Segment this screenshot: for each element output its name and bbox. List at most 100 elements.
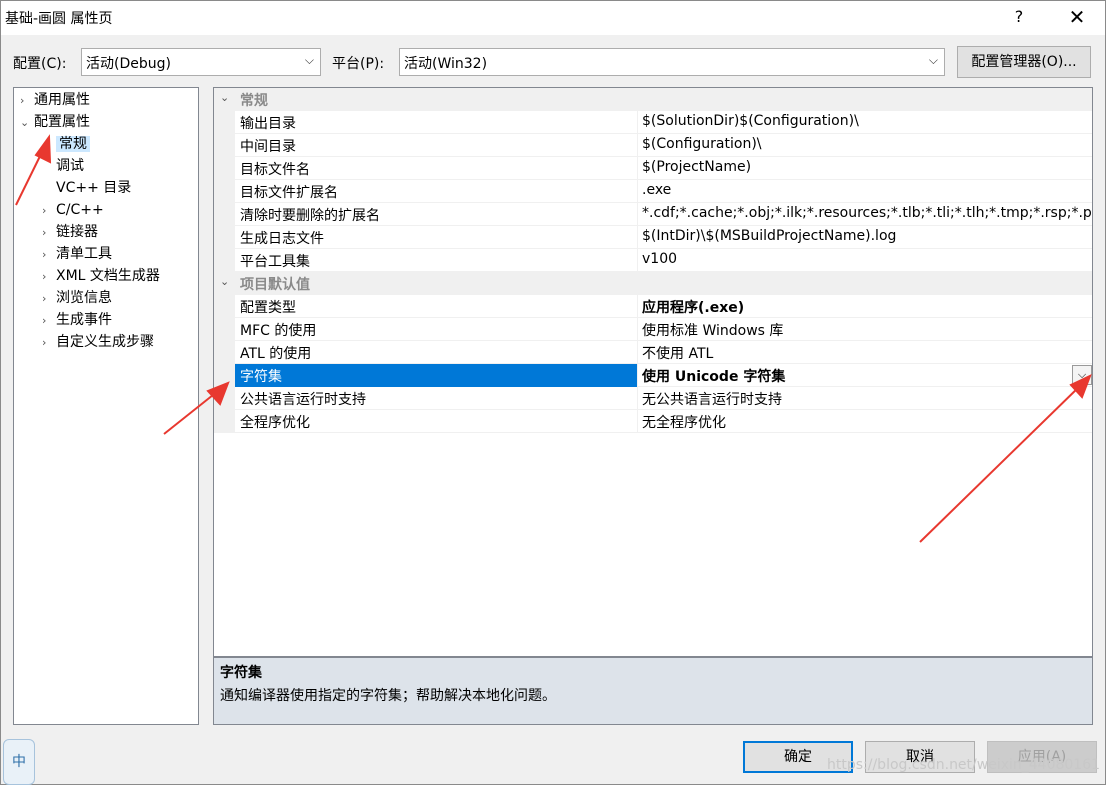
property-value[interactable]: 无公共语言运行时支持 (642, 389, 782, 409)
property-name: ATL 的使用 (240, 346, 312, 362)
platform-dropdown-value: 活动(Win32) (404, 56, 488, 72)
column-divider[interactable] (637, 134, 638, 157)
chevron-right-icon[interactable]: › (42, 333, 56, 353)
property-name: 公共语言运行时支持 (240, 392, 366, 408)
tree-item[interactable]: › 浏览信息 (42, 288, 112, 308)
config-dropdown-value: 活动(Debug) (86, 56, 171, 72)
tree-item[interactable]: 常规 (42, 134, 90, 154)
category-row[interactable]: ⌄ 项目默认值 (214, 272, 1092, 295)
chevron-down-icon[interactable]: ⌄ (20, 113, 34, 133)
close-icon[interactable]: ✕ (1063, 5, 1091, 29)
ime-badge: 中 (3, 739, 35, 785)
column-divider[interactable] (637, 111, 638, 134)
chevron-right-icon[interactable]: › (42, 311, 56, 331)
property-row[interactable]: 目标文件名 $(ProjectName) (214, 157, 1092, 180)
property-row[interactable]: 全程序优化 无全程序优化 (214, 410, 1092, 433)
tree-item[interactable]: › 生成事件 (42, 310, 112, 330)
chevron-right-icon[interactable]: › (42, 245, 56, 265)
property-value[interactable]: $(Configuration)\ (642, 136, 762, 152)
property-name: 全程序优化 (240, 415, 310, 431)
property-row[interactable]: MFC 的使用 使用标准 Windows 库 (214, 318, 1092, 341)
help-icon[interactable]: ? (1007, 5, 1031, 29)
column-divider[interactable] (637, 387, 638, 410)
property-row[interactable]: 中间目录 $(Configuration)\ (214, 134, 1092, 157)
property-row[interactable]: 目标文件扩展名 .exe (214, 180, 1092, 203)
watermark: https://blog.csdn.net/weixin_44080161 (827, 757, 1101, 773)
row-gutter (214, 111, 235, 134)
tree-item-label: 浏览信息 (56, 290, 112, 306)
property-grid: ⌄ 常规 输出目录 $(SolutionDir)$(Configuration)\ 中间… (213, 87, 1093, 657)
property-value[interactable]: v100 (642, 251, 677, 267)
property-value[interactable]: $(IntDir)\$(MSBuildProjectName).log (642, 228, 896, 244)
chevron-right-icon[interactable]: › (42, 289, 56, 309)
tree-item[interactable]: › 清单工具 (42, 244, 112, 264)
tree-item[interactable]: VC++ 目录 (42, 178, 131, 198)
property-row[interactable]: 输出目录 $(SolutionDir)$(Configuration)\ (214, 111, 1092, 134)
property-value[interactable]: 无全程序优化 (642, 412, 726, 432)
tree-item-label: 清单工具 (56, 246, 112, 262)
tree-item[interactable]: › 自定义生成步骤 (42, 332, 154, 352)
property-value[interactable]: $(SolutionDir)$(Configuration)\ (642, 113, 859, 129)
column-divider[interactable] (637, 295, 638, 318)
property-value[interactable]: $(ProjectName) (642, 159, 751, 175)
property-name: MFC 的使用 (240, 323, 317, 339)
property-row[interactable]: 配置类型 应用程序(.exe) (214, 295, 1092, 318)
platform-label: 平台(P): (332, 56, 385, 72)
tree-item[interactable]: › C/C++ (42, 200, 104, 220)
column-divider[interactable] (637, 203, 638, 226)
config-manager-button[interactable]: 配置管理器(O)... (957, 46, 1091, 78)
column-divider[interactable] (637, 180, 638, 203)
property-value[interactable]: *.cdf;*.cache;*.obj;*.ilk;*.resources;*.… (642, 205, 1092, 221)
category-row[interactable]: ⌄ 常规 (214, 88, 1092, 111)
description-text: 通知编译器使用指定的字符集；帮助解决本地化问题。 (220, 688, 556, 704)
tree-item-label: 自定义生成步骤 (56, 334, 154, 350)
tree-item[interactable]: › 链接器 (42, 222, 98, 242)
chevron-down-icon[interactable]: ⌄ (220, 91, 229, 104)
column-divider[interactable] (637, 157, 638, 180)
property-value[interactable]: 应用程序(.exe) (642, 297, 744, 317)
property-name: 生成日志文件 (240, 231, 324, 247)
config-dropdown[interactable]: 活动(Debug) ⌵ (81, 48, 321, 76)
tree-item[interactable]: ⌄ 配置属性 (20, 112, 90, 132)
row-gutter (214, 180, 235, 203)
tree-item[interactable]: 调试 (42, 156, 84, 176)
chevron-down-icon[interactable]: ⌄ (220, 275, 229, 288)
tree-item-label: XML 文档生成器 (56, 268, 160, 284)
row-gutter (214, 226, 235, 249)
column-divider[interactable] (637, 364, 638, 387)
chevron-right-icon[interactable]: › (42, 223, 56, 243)
column-divider[interactable] (637, 341, 638, 364)
chevron-right-icon[interactable]: › (42, 267, 56, 287)
property-row[interactable]: 生成日志文件 $(IntDir)\$(MSBuildProjectName).lo… (214, 226, 1092, 249)
tree-item-label: 生成事件 (56, 312, 112, 328)
row-gutter (214, 134, 235, 157)
property-value[interactable]: .exe (642, 182, 671, 198)
chevron-down-icon[interactable]: ⌵ (1072, 365, 1092, 385)
property-row[interactable]: 清除时要删除的扩展名 *.cdf;*.cache;*.obj;*.ilk;*.re… (214, 203, 1092, 226)
selection-highlight (235, 364, 637, 387)
property-value[interactable]: 使用标准 Windows 库 (642, 320, 783, 340)
row-gutter (214, 387, 235, 410)
platform-dropdown[interactable]: 活动(Win32) ⌵ (399, 48, 945, 76)
row-gutter (214, 157, 235, 180)
row-gutter (214, 203, 235, 226)
chevron-down-icon: ⌵ (304, 53, 314, 67)
column-divider[interactable] (637, 226, 638, 249)
config-label: 配置(C): (13, 56, 67, 72)
property-name: 字符集 (240, 369, 282, 385)
property-row[interactable]: 公共语言运行时支持 无公共语言运行时支持 (214, 387, 1092, 410)
property-value[interactable]: 不使用 ATL (642, 343, 713, 363)
property-row[interactable]: 平台工具集 v100 (214, 249, 1092, 272)
row-gutter (214, 341, 235, 364)
chevron-right-icon[interactable]: › (20, 91, 34, 111)
property-row[interactable]: 字符集 使用 Unicode 字符集 ⌵ (214, 364, 1092, 387)
column-divider[interactable] (637, 318, 638, 341)
tree-item[interactable]: › XML 文档生成器 (42, 266, 160, 286)
column-divider[interactable] (637, 410, 638, 433)
chevron-right-icon[interactable]: › (42, 201, 56, 221)
property-value[interactable]: 使用 Unicode 字符集 (642, 366, 785, 386)
property-row[interactable]: ATL 的使用 不使用 ATL (214, 341, 1092, 364)
tree-item[interactable]: › 通用属性 (20, 90, 90, 110)
tree-item-label: C/C++ (56, 202, 104, 218)
column-divider[interactable] (637, 249, 638, 272)
